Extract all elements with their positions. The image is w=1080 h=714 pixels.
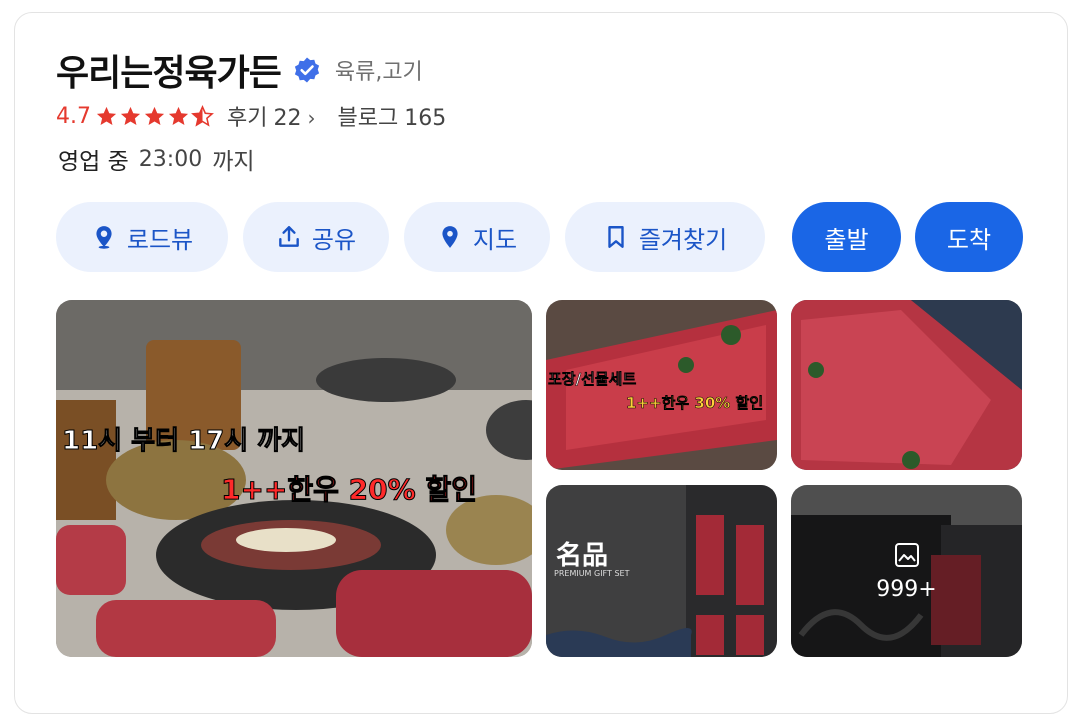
map-label: 지도 bbox=[472, 225, 518, 254]
star-icon bbox=[144, 106, 165, 125]
hours-status: 영업 중 bbox=[58, 149, 129, 175]
share-icon bbox=[279, 226, 299, 247]
blog-link[interactable]: 블로그 165 bbox=[337, 100, 446, 132]
roadview-button[interactable]: 로드뷰 bbox=[56, 202, 228, 272]
star-icon bbox=[168, 106, 189, 125]
verified-badge-icon bbox=[293, 56, 321, 84]
main-photo[interactable]: 11시 부터 17시 까지 1++한우 20% 할인 bbox=[56, 300, 532, 657]
more-photos-count: 999+ bbox=[876, 576, 937, 602]
reviews-link[interactable]: 후기 22 › bbox=[227, 100, 315, 132]
meat-photo[interactable] bbox=[791, 300, 1022, 470]
premium-gift-photo[interactable]: 名品 PREMIUM GIFT SET bbox=[546, 485, 777, 657]
reviews-count: 22 bbox=[273, 106, 302, 131]
title-row: 우리는정육가든 육류,고기 bbox=[56, 44, 423, 96]
roadview-pin-icon bbox=[96, 226, 112, 249]
hours-suffix: 까지 bbox=[212, 149, 255, 175]
gift-set-label: 포장/선물세트 bbox=[548, 370, 637, 389]
blog-count: 165 bbox=[404, 106, 447, 131]
reviews-label: 후기 bbox=[227, 106, 268, 131]
map-button[interactable]: 지도 bbox=[404, 202, 550, 272]
star-icon bbox=[96, 106, 117, 125]
half-star-icon bbox=[191, 104, 214, 127]
bookmark-icon bbox=[608, 226, 624, 248]
depart-button[interactable]: 출발 bbox=[792, 202, 901, 272]
arrive-label: 도착 bbox=[946, 225, 992, 254]
hours-time: 23:00 bbox=[138, 146, 203, 172]
arrive-button[interactable]: 도착 bbox=[915, 202, 1023, 272]
share-button[interactable]: 공유 bbox=[243, 202, 389, 272]
bookmark-button[interactable]: 즐겨찾기 bbox=[565, 202, 765, 272]
gift-set-photo[interactable]: 포장/선물세트 1++한우 30% 할인 bbox=[546, 300, 777, 470]
promo-time-text: 11시 부터 17시 까지 bbox=[61, 426, 306, 457]
chevron-right-icon: › bbox=[307, 106, 316, 130]
place-category: 육류,고기 bbox=[334, 60, 423, 85]
map-pin-icon bbox=[442, 226, 458, 248]
rating-value: 4.7 bbox=[56, 103, 91, 129]
premium-brand-text: 名品 bbox=[556, 541, 609, 571]
place-name[interactable]: 우리는정육가든 bbox=[56, 44, 282, 96]
hours-row: 영업 중 23:00 까지 bbox=[58, 142, 255, 176]
roadview-label: 로드뷰 bbox=[126, 225, 194, 254]
share-label: 공유 bbox=[311, 225, 357, 254]
star-rating bbox=[95, 104, 215, 128]
bookmark-label: 즐겨찾기 bbox=[638, 225, 728, 254]
star-icon bbox=[120, 106, 141, 125]
more-photos-tile[interactable]: 999+ bbox=[791, 485, 1022, 657]
gift-set-discount: 1++한우 30% 할인 bbox=[626, 394, 764, 413]
premium-sub-text: PREMIUM GIFT SET bbox=[554, 569, 630, 578]
rating-row: 4.7 후기 22 › 블로그 165 bbox=[56, 100, 446, 132]
promo-discount-text: 1++한우 20% 할인 bbox=[221, 473, 478, 507]
depart-label: 출발 bbox=[824, 225, 869, 254]
blog-label: 블로그 bbox=[337, 106, 399, 131]
sliced-beef-image bbox=[791, 300, 1022, 470]
more-photos-overlay: 999+ bbox=[791, 485, 1022, 657]
photo-gallery-icon bbox=[894, 542, 919, 567]
